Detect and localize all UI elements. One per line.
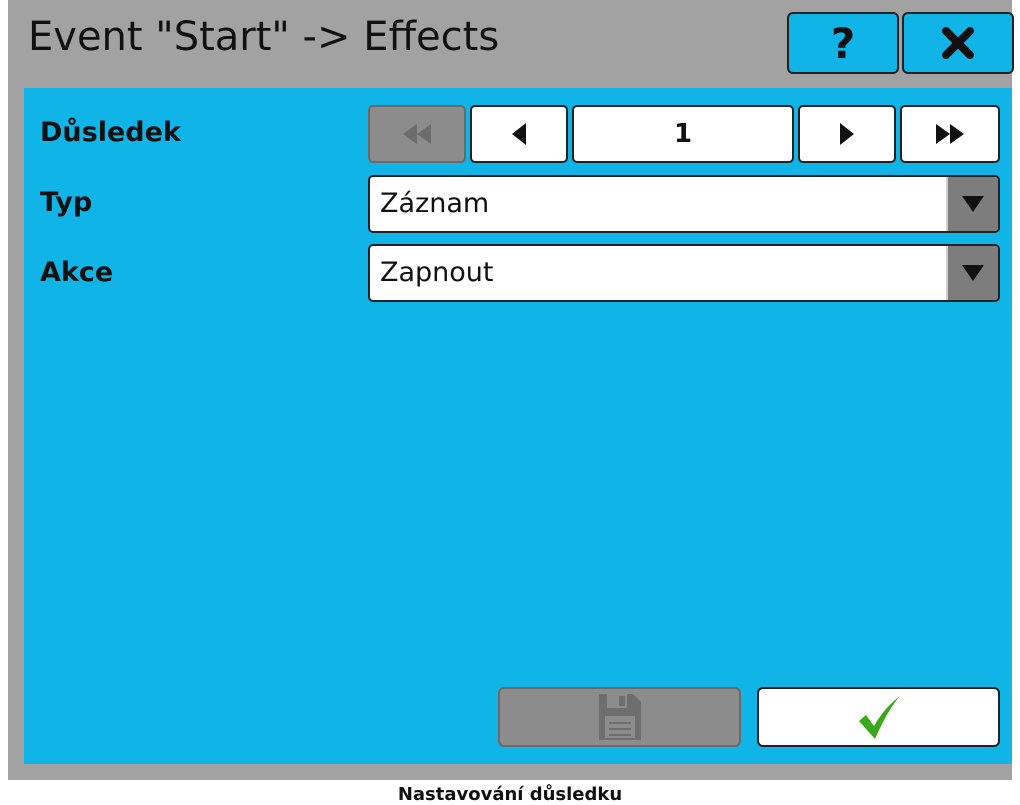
first-button xyxy=(368,105,466,163)
action-value: Zapnout xyxy=(380,257,494,288)
close-icon xyxy=(942,27,974,59)
double-right-arrow-icon xyxy=(936,124,964,144)
help-label: ? xyxy=(830,18,856,68)
dialog-title: Event "Start" -> Effects xyxy=(28,14,500,60)
chevron-down-icon xyxy=(962,265,984,281)
action-label: Akce xyxy=(40,257,114,288)
chevron-down-icon xyxy=(962,196,984,212)
last-button[interactable] xyxy=(900,105,1000,163)
double-left-arrow-icon xyxy=(403,124,431,144)
save-icon xyxy=(598,694,641,740)
consequence-number: 1 xyxy=(673,119,693,149)
type-label: Typ xyxy=(40,187,93,218)
action-select[interactable]: Zapnout xyxy=(368,244,1000,302)
content-panel: Důsledek 1 Typ Záznam Akce Zapnout xyxy=(24,88,1012,764)
type-value: Záznam xyxy=(380,188,490,219)
checkmark-icon xyxy=(858,696,900,739)
figure-caption: Nastavování důsledku xyxy=(397,784,623,805)
dialog-window: Event "Start" -> Effects ? Důsledek 1 Ty… xyxy=(8,0,1014,780)
type-select[interactable]: Záznam xyxy=(368,175,1000,233)
next-button[interactable] xyxy=(798,105,896,163)
action-dropdown-button[interactable] xyxy=(946,246,998,300)
consequence-label: Důsledek xyxy=(40,117,181,148)
consequence-counter: 1 xyxy=(572,105,794,163)
right-arrow-icon xyxy=(840,123,854,145)
help-button[interactable]: ? xyxy=(787,12,899,74)
save-button xyxy=(498,687,741,747)
close-button[interactable] xyxy=(902,12,1014,74)
previous-button[interactable] xyxy=(470,105,568,163)
left-arrow-icon xyxy=(512,123,526,145)
confirm-button[interactable] xyxy=(757,687,1000,747)
type-dropdown-button[interactable] xyxy=(946,177,998,231)
